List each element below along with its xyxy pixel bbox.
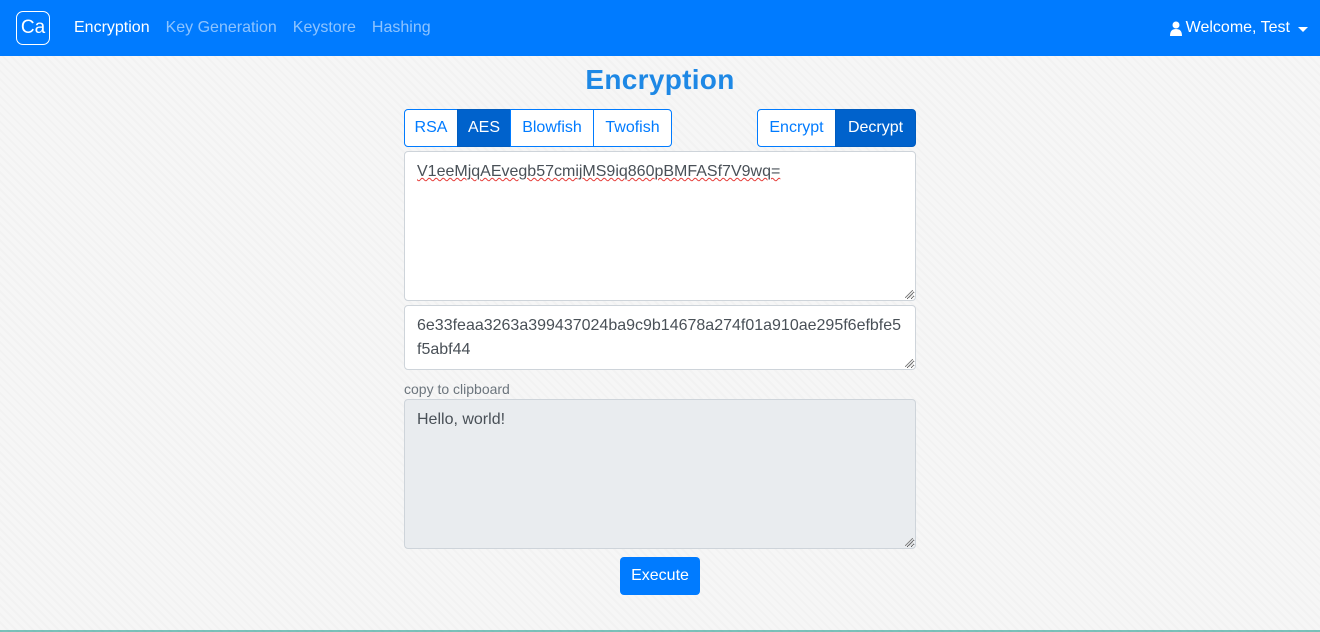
user-icon	[1169, 21, 1182, 36]
algorithm-blowfish-button[interactable]: Blowfish	[510, 109, 594, 147]
algorithm-twofish-button[interactable]: Twofish	[593, 109, 672, 147]
nav-link-keystore[interactable]: Keystore	[293, 19, 356, 37]
input-text-value: V1eeMjqAEvegb57cmijMS9iq860pBMFASf7V9wq=	[417, 163, 781, 180]
copy-to-clipboard-link[interactable]: copy to clipboard	[404, 381, 510, 397]
nav-links: Encryption Key Generation Keystore Hashi…	[74, 0, 447, 56]
user-menu-dropdown[interactable]: Welcome, Test	[1169, 0, 1308, 56]
nav-link-hashing[interactable]: Hashing	[372, 19, 431, 37]
output-text-value: Hello, world!	[417, 411, 506, 428]
output-text-area[interactable]: Hello, world!	[404, 399, 916, 549]
nav-link-key-generation[interactable]: Key Generation	[166, 19, 277, 37]
mode-encrypt-button[interactable]: Encrypt	[757, 109, 836, 147]
input-text-area[interactable]: V1eeMjqAEvegb57cmijMS9iq860pBMFASf7V9wq=	[404, 151, 916, 301]
algorithm-selector: RSA AES Blowfish Twofish	[404, 109, 672, 147]
resize-handle-icon[interactable]	[905, 359, 913, 367]
algorithm-rsa-button[interactable]: RSA	[404, 109, 458, 147]
execute-button[interactable]: Execute	[620, 557, 700, 595]
user-welcome-label: Welcome, Test	[1185, 19, 1290, 36]
key-text-area[interactable]: 6e33feaa3263a399437024ba9c9b14678a274f01…	[404, 305, 916, 370]
resize-handle-icon[interactable]	[905, 538, 913, 546]
key-text-value: 6e33feaa3263a399437024ba9c9b14678a274f01…	[417, 317, 902, 358]
caret-down-icon	[1298, 26, 1308, 32]
nav-link-encryption[interactable]: Encryption	[74, 19, 150, 37]
navbar: Ca Encryption Key Generation Keystore Ha…	[0, 0, 1320, 56]
page-title: Encryption	[585, 64, 735, 95]
mode-selector: Encrypt Decrypt	[757, 109, 916, 147]
resize-handle-icon[interactable]	[905, 290, 913, 298]
algorithm-aes-button[interactable]: AES	[457, 109, 511, 147]
mode-decrypt-button[interactable]: Decrypt	[835, 109, 916, 147]
brand-logo[interactable]: Ca	[16, 11, 50, 45]
